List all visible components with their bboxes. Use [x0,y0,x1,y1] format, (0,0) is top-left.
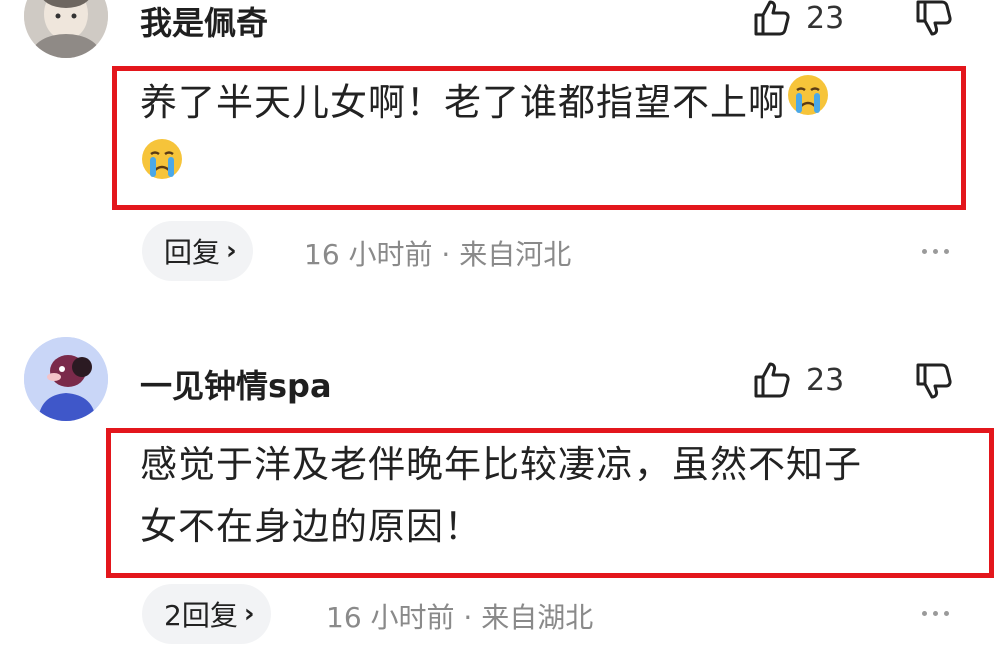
comment-list: 我是佩奇 23 养了半天儿女啊！老了谁都指望不上啊 回复 › 16 小时前 · … [0,0,1000,660]
avatar[interactable] [24,337,108,421]
reply-label: 2回复 [164,599,238,632]
more-icon[interactable] [922,611,949,616]
comment-text-line: 女不在身边的原因！ [140,505,482,548]
reply-button[interactable]: 2回复 › [142,584,271,644]
like-count: 23 [806,362,845,398]
like-button[interactable]: 23 [752,360,844,400]
chevron-right-icon: › [243,599,255,629]
comment-text: 感觉于洋及老伴晚年比较凄凉，虽然不知子 女不在身边的原因！ [140,434,980,558]
comment-meta: 16 小时前 · 来自湖北 [326,601,594,634]
thumbs-up-icon [754,362,790,398]
comment-item: 一见钟情spa 23 感觉于洋及老伴晚年比较凄凉，虽然不知子 女不在身边的原因！… [0,0,1000,660]
comment-text-line: 感觉于洋及老伴晚年比较凄凉，虽然不知子 [140,443,862,486]
username[interactable]: 一见钟情spa [140,361,332,407]
thumbs-down-icon[interactable] [914,361,954,401]
